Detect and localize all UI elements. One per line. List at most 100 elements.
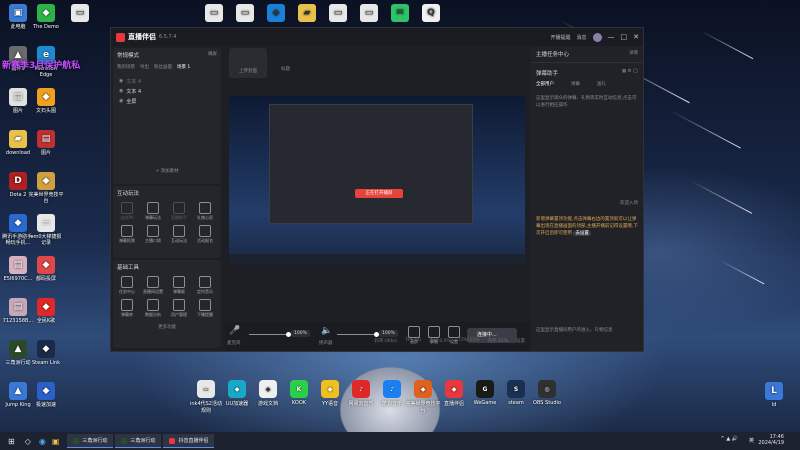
app-icon: ◆	[259, 380, 277, 398]
desktop-icon[interactable]: ◆ The Demo	[28, 4, 64, 30]
feature-label: 弹幕玩法	[145, 215, 161, 220]
eye-icon[interactable]: ◉	[119, 78, 123, 84]
feature-button[interactable]: 数据分析	[143, 299, 163, 318]
orientation-toggle[interactable]: 横屏	[208, 51, 217, 59]
avatar[interactable]	[592, 32, 602, 42]
stream-preview: 正在打开播屏	[229, 96, 525, 264]
assistant-tab[interactable]: 全部用户	[536, 81, 554, 87]
feature-label: 用户管理	[171, 312, 187, 317]
title-input[interactable]: 标题	[281, 66, 290, 72]
assistant-tab[interactable]: 弹幕	[571, 81, 580, 87]
add-source-button[interactable]: + 添加素材	[113, 168, 221, 174]
feature-label: 主播口袋	[145, 238, 161, 243]
close-icon[interactable]: ✕	[633, 33, 639, 41]
obs-icon: ◎	[538, 380, 556, 398]
desktop-icon-label: 全民K歌	[36, 318, 56, 324]
feature-button[interactable]: 礼物心愿	[195, 202, 215, 221]
scene-tab[interactable]: 场景 1	[177, 64, 190, 70]
eye-icon[interactable]: ◉	[119, 98, 123, 104]
taskbar-task[interactable]: 三角洲行动	[115, 434, 162, 448]
desktop-icon-bottom[interactable]: ◎ OBS Studio	[529, 380, 565, 406]
upload-cover-button[interactable]: 上传封面	[229, 48, 267, 78]
taskbar-task[interactable]: 三角洲行动	[67, 434, 114, 448]
desktop-icon[interactable]: ◆ 全民K歌	[28, 298, 64, 324]
open-live-reminder[interactable]: 开播提醒	[550, 34, 570, 41]
scene-tab[interactable]: 我的场景	[117, 64, 135, 70]
upload-cover-label: 上传封面	[239, 69, 257, 74]
preview-taskbar	[229, 254, 525, 264]
desktop-icon-ld[interactable]: L ld	[756, 382, 792, 408]
feature-button[interactable]: 互动玩法	[169, 225, 189, 244]
assistant-tab[interactable]: 送礼	[597, 81, 606, 87]
feature-button[interactable]: 用户管理	[169, 299, 189, 318]
feature-button[interactable]: 弹幕玩法	[143, 202, 163, 221]
feature-button[interactable]: 下播提醒	[195, 299, 215, 318]
scene-tab[interactable]: 粉丝画面	[154, 64, 172, 70]
feature-button[interactable]: 直播助手	[169, 202, 189, 221]
task-view-icon[interactable]: ◇	[25, 437, 31, 446]
scene-tab[interactable]: 导出	[140, 64, 149, 70]
desktop-icon[interactable]: ◆ 都码投屏	[28, 256, 64, 282]
status-item: 码率:0Kb/s	[374, 339, 398, 344]
scene-item[interactable]: ◉ 全屏	[119, 96, 215, 106]
feature-button[interactable]: 活动报名	[195, 225, 215, 244]
notice-settings-link[interactable]: 去设置	[573, 231, 591, 236]
doc-icon: ▭	[71, 4, 89, 22]
desktop-icon[interactable]: ◆ Steam Link	[28, 340, 64, 366]
feature-button[interactable]: 弹幕姬	[169, 276, 189, 295]
app-icon: L	[765, 382, 783, 400]
scene-panel: 常规模式 横屏 我的场景 导出 粉丝画面 场景 1 ◉ 文本 4 ◉ 文本 4 ◉ 全屏 + 添…	[113, 48, 221, 184]
task-app-icon	[121, 437, 128, 444]
speaker-volume-value: 100%	[379, 330, 398, 337]
desktop-icon[interactable]: ▤ 图片	[28, 130, 64, 156]
status-item: 设置	[516, 339, 525, 344]
right-panel: 主播任务中心 详情 弹幕助手 ▦ ⚙ ◯ 全部用户 弹幕 送礼 这里显示观众的弹幕、…	[531, 46, 643, 351]
app-icon: ◆	[37, 172, 55, 190]
scene-item[interactable]: ◉ 文本 4	[119, 76, 215, 86]
speaker-slider[interactable]	[337, 334, 377, 335]
more-features-button[interactable]: 更多功能	[113, 324, 221, 330]
feature-button[interactable]: 弹幕投票	[117, 225, 137, 244]
mode-selector[interactable]: 常规模式	[117, 51, 139, 59]
status-item: 丢帧:0.0%	[428, 339, 451, 344]
feature-icon	[121, 299, 133, 311]
eye-icon[interactable]: ◉	[119, 88, 123, 94]
tray-icons[interactable]: ^ ▲ 🔊	[721, 436, 738, 442]
explorer-taskbar-icon[interactable]: ▣	[52, 437, 60, 446]
windows-start-icon[interactable]: ⊞	[8, 437, 15, 446]
minimize-icon[interactable]: —	[608, 33, 615, 41]
desktop-icon-top[interactable]: Q	[413, 4, 449, 24]
maximize-icon[interactable]: □	[621, 33, 628, 41]
image-icon: ▤	[9, 298, 27, 316]
desktop-icon[interactable]: ▭ em0大梯捷报记录	[28, 214, 64, 246]
feature-button[interactable]: 定时音乐	[195, 276, 215, 295]
ime-indicator[interactable]: 英	[749, 437, 754, 444]
assistant-tool-icons[interactable]: ▦ ⚙ ◯	[622, 69, 638, 77]
feature-button[interactable]: 主播口袋	[143, 225, 163, 244]
feature-button[interactable]: 直播间设置	[143, 276, 163, 295]
scene-item[interactable]: ◉ 文本 4	[119, 86, 215, 96]
app-icon: ◆	[37, 340, 55, 358]
desktop-icon-label: 图片	[12, 108, 23, 114]
desktop-icon-top[interactable]: ▭	[62, 4, 98, 24]
app-title: 直播伴侣	[128, 33, 156, 41]
messages-link[interactable]: 消息	[576, 34, 586, 41]
speaker-icon[interactable]: 🔈	[321, 326, 332, 336]
desktop-icon[interactable]: ◆ 极速加速	[28, 382, 64, 408]
task-center-details-link[interactable]: 详情	[629, 50, 638, 58]
mic-slider[interactable]	[249, 334, 289, 335]
microphone-icon[interactable]: 🎤	[229, 326, 240, 336]
doc-icon: ▭	[205, 4, 223, 22]
feature-button[interactable]: 任务中心	[117, 276, 137, 295]
feature-icon	[147, 225, 159, 237]
feature-button[interactable]: 连线PK	[117, 202, 137, 221]
edge-taskbar-icon[interactable]: ◉	[39, 437, 46, 446]
desktop-icon[interactable]: ◆ 完美世界竞技平台	[28, 172, 64, 204]
doc-icon: ▭	[37, 214, 55, 232]
feature-icon	[121, 225, 133, 237]
system-clock[interactable]: 17:46 2024/4/19	[758, 434, 784, 446]
taskbar-task[interactable]: 抖音直播伴侣	[163, 434, 215, 448]
doc-icon: ▭	[197, 380, 215, 398]
feature-button[interactable]: 弹幕库	[117, 299, 137, 318]
desktop-icon[interactable]: ◆ 文石头图	[28, 88, 64, 114]
